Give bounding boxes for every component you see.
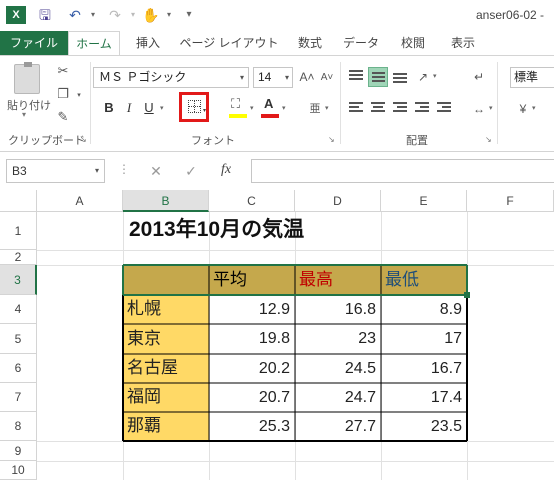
name-box-value: B3 <box>12 164 27 178</box>
tab-file[interactable]: ファイル <box>0 31 68 56</box>
align-center-icon[interactable] <box>368 98 388 118</box>
font-name-value: ＭＳ Ｐゴシック <box>99 70 187 84</box>
font-size-select[interactable]: 14 ▾ <box>253 67 293 88</box>
touch-mode-icon[interactable]: ✋ <box>142 6 160 24</box>
chevron-down-icon: ▾ <box>239 73 244 82</box>
decrease-indent-icon[interactable] <box>412 98 432 118</box>
italic-button[interactable]: I <box>119 97 139 119</box>
insert-function-button[interactable]: fx <box>221 162 231 178</box>
group-divider <box>90 62 91 144</box>
orientation-icon[interactable]: ↗ <box>414 68 432 86</box>
title-bar: X 🖫 ↶ ▾ ↷ ▾ ✋ ▾ ▾ anser06-02 - <box>0 0 554 31</box>
decrease-font-icon[interactable]: A˅ <box>318 69 336 87</box>
tab-review[interactable]: 校閲 <box>390 31 436 56</box>
tab-formulas[interactable]: 数式 <box>288 31 332 56</box>
ribbon: 貼り付け ▾ ✂ ❐ ▾ ✎ クリップボード ↘ ＭＳ Ｐゴシック ▾ 14 ▾… <box>0 55 554 152</box>
enter-icon[interactable]: ✓ <box>181 162 201 180</box>
font-color-swatch <box>261 114 279 118</box>
copy-dropdown-icon[interactable]: ▾ <box>70 87 88 105</box>
formula-bar: B3 ▾ ⋮ ✕ ✓ fx <box>0 152 554 190</box>
accounting-format-icon[interactable]: ¥ <box>514 100 532 118</box>
clipboard-group-label: クリップボード <box>8 135 85 147</box>
align-top-icon[interactable] <box>346 67 366 87</box>
tab-data[interactable]: データ <box>336 31 386 56</box>
align-left-icon[interactable] <box>346 98 366 118</box>
redo-icon[interactable]: ↷ <box>106 6 124 24</box>
font-group-label: フォント <box>191 135 235 147</box>
redo-dropdown-icon[interactable]: ▾ <box>124 6 142 24</box>
fill-color-dropdown-icon[interactable]: ▾ <box>250 104 254 112</box>
group-divider <box>497 62 498 144</box>
underline-button[interactable]: U <box>139 97 159 119</box>
paint-bucket-icon: ⛶ <box>231 96 241 111</box>
tab-insert[interactable]: 挿入 <box>122 31 174 56</box>
data-table <box>122 264 470 442</box>
paste-dropdown-icon[interactable]: ▾ <box>22 110 26 119</box>
undo-icon[interactable]: ↶ <box>66 6 84 24</box>
increase-indent-icon[interactable] <box>434 98 454 118</box>
font-name-select[interactable]: ＭＳ Ｐゴシック ▾ <box>93 67 249 88</box>
merge-dropdown-icon[interactable]: ▾ <box>489 104 493 112</box>
paste-icon[interactable] <box>14 62 40 94</box>
number-format-select[interactable]: 標準 <box>510 67 554 88</box>
font-color-icon: A <box>264 96 274 111</box>
undo-dropdown-icon[interactable]: ▾ <box>84 6 102 24</box>
orientation-dropdown-icon[interactable]: ▾ <box>433 72 437 80</box>
customize-toolbar-icon[interactable]: ▾ <box>180 6 198 24</box>
bold-button[interactable]: B <box>99 97 119 119</box>
spreadsheet-grid: A B C D E F 1 2 3 4 5 6 7 8 9 10 2013年10… <box>0 190 554 480</box>
font-size-value: 14 <box>258 70 272 84</box>
fill-color-swatch <box>229 114 247 118</box>
chevron-down-icon: ▾ <box>94 166 99 175</box>
paste-button[interactable]: 貼り付け <box>7 97 51 113</box>
group-divider <box>340 62 341 144</box>
font-launcher-icon[interactable]: ↘ <box>328 135 335 144</box>
tab-home[interactable]: ホーム <box>68 31 120 56</box>
excel-icon: X <box>6 6 26 24</box>
alignment-launcher-icon[interactable]: ↘ <box>485 135 492 144</box>
align-middle-icon[interactable] <box>368 67 388 87</box>
formula-bar-splitter[interactable]: ⋮ <box>118 162 130 176</box>
fill-handle[interactable] <box>464 292 470 298</box>
ribbon-tabs: ファイル ホーム 挿入 ページ レイアウト 数式 データ 校閲 表示 <box>0 31 554 56</box>
clipboard-launcher-icon[interactable]: ↘ <box>80 135 87 144</box>
underline-dropdown-icon[interactable]: ▾ <box>160 104 164 112</box>
align-bottom-icon[interactable] <box>390 67 410 87</box>
alignment-group-label: 配置 <box>406 135 428 147</box>
chevron-down-icon: ▾ <box>284 73 289 82</box>
font-color-button[interactable]: A <box>261 96 279 120</box>
accounting-dropdown-icon[interactable]: ▾ <box>532 104 536 112</box>
cancel-icon[interactable]: ✕ <box>146 162 166 180</box>
phonetic-dropdown-icon[interactable]: ▾ <box>325 104 329 112</box>
cut-icon[interactable]: ✂ <box>54 62 72 80</box>
phonetic-guide-icon[interactable]: 亜 <box>306 100 324 118</box>
fill-color-button[interactable]: ⛶ <box>229 96 247 120</box>
touch-mode-dropdown-icon[interactable]: ▾ <box>160 6 178 24</box>
borders-button[interactable]: ▾ <box>179 92 209 122</box>
merge-center-icon[interactable]: ↔ <box>470 100 488 118</box>
document-title: anser06-02 - <box>476 8 545 22</box>
tab-view[interactable]: 表示 <box>440 31 486 56</box>
increase-font-icon[interactable]: A˄ <box>298 68 316 86</box>
borders-dropdown-icon: ▾ <box>203 108 207 114</box>
borders-icon <box>188 100 201 113</box>
name-box[interactable]: B3 ▾ <box>6 159 105 183</box>
format-painter-icon[interactable]: ✎ <box>54 108 72 126</box>
font-color-dropdown-icon[interactable]: ▾ <box>282 104 286 112</box>
save-icon[interactable]: 🖫 <box>36 6 54 24</box>
formula-input[interactable] <box>251 159 554 183</box>
wrap-text-icon[interactable]: ↵ <box>470 68 488 86</box>
tab-page-layout[interactable]: ページ レイアウト <box>174 31 284 56</box>
align-right-icon[interactable] <box>390 98 410 118</box>
